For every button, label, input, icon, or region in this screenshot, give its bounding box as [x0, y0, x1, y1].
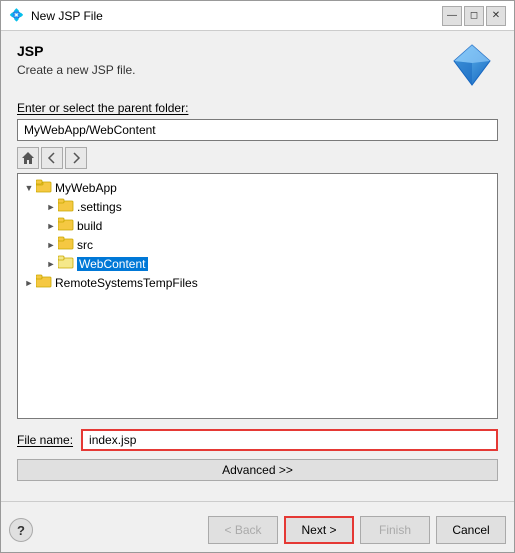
- folder-icon-webcontent: [58, 255, 74, 272]
- toggle-src[interactable]: ►: [44, 240, 58, 250]
- file-name-row: File name:: [17, 429, 498, 451]
- tree-label-src: src: [77, 238, 93, 252]
- back-nav-button[interactable]: [41, 147, 63, 169]
- content-area: JSP Create a new JSP file.: [1, 31, 514, 501]
- folder-icon-settings: [58, 198, 74, 215]
- folder-icon-build: [58, 217, 74, 234]
- advanced-button[interactable]: Advanced >>: [17, 459, 498, 481]
- window-title: New JSP File: [31, 9, 103, 23]
- file-name-input[interactable]: [81, 429, 498, 451]
- title-bar-left: 💠 New JSP File: [9, 8, 103, 24]
- tree-item-webcontent[interactable]: ► WebContent: [18, 254, 497, 273]
- tree-item-src[interactable]: ► src: [18, 235, 497, 254]
- folder-icon-remotesystems: [36, 274, 52, 291]
- title-bar: 💠 New JSP File — ◻ ✕: [1, 1, 514, 31]
- footer-divider: [1, 501, 514, 502]
- header-left: JSP Create a new JSP file.: [17, 43, 136, 77]
- tree-label-mywebapp: MyWebApp: [55, 181, 117, 195]
- tree-label-settings: .settings: [77, 200, 122, 214]
- folder-icon-src: [58, 236, 74, 253]
- forward-nav-button[interactable]: [65, 147, 87, 169]
- tree-item-mywebapp[interactable]: ▼ MyWebApp: [18, 178, 497, 197]
- finish-button[interactable]: Finish: [360, 516, 430, 544]
- header-section: JSP Create a new JSP file.: [17, 43, 498, 91]
- dialog-subtitle: Create a new JSP file.: [17, 63, 136, 77]
- close-button[interactable]: ✕: [486, 6, 506, 26]
- main-window: 💠 New JSP File — ◻ ✕ JSP Create a new JS…: [0, 0, 515, 553]
- footer-right: < Back Next > Finish Cancel: [208, 516, 506, 544]
- dialog-title: JSP: [17, 43, 136, 59]
- toolbar: [17, 147, 498, 169]
- toggle-remotesystems[interactable]: ►: [22, 278, 36, 288]
- tree-label-remotesystems: RemoteSystemsTempFiles: [55, 276, 198, 290]
- restore-button[interactable]: ◻: [464, 6, 484, 26]
- folder-input[interactable]: [17, 119, 498, 141]
- toggle-webcontent[interactable]: ►: [44, 259, 58, 269]
- help-button[interactable]: ?: [9, 518, 33, 542]
- title-bar-controls: — ◻ ✕: [442, 6, 506, 26]
- tree-area[interactable]: ▼ MyWebApp ► .settings ►: [17, 173, 498, 419]
- jsp-icon: [450, 43, 498, 91]
- tree-label-webcontent: WebContent: [77, 257, 148, 271]
- folder-label: Enter or select the parent folder:: [17, 101, 498, 115]
- toggle-settings[interactable]: ►: [44, 202, 58, 212]
- window-icon: 💠: [9, 8, 25, 24]
- tree-item-settings[interactable]: ► .settings: [18, 197, 497, 216]
- minimize-button[interactable]: —: [442, 6, 462, 26]
- tree-item-build[interactable]: ► build: [18, 216, 497, 235]
- file-name-label: File name:: [17, 433, 73, 447]
- cancel-button[interactable]: Cancel: [436, 516, 506, 544]
- folder-icon-mywebapp: [36, 179, 52, 196]
- toggle-mywebapp[interactable]: ▼: [22, 183, 36, 193]
- footer-left: ?: [9, 518, 33, 542]
- tree-label-build: build: [77, 219, 102, 233]
- back-button[interactable]: < Back: [208, 516, 278, 544]
- footer: ? < Back Next > Finish Cancel: [1, 510, 514, 552]
- next-button[interactable]: Next >: [284, 516, 354, 544]
- home-button[interactable]: [17, 147, 39, 169]
- toggle-build[interactable]: ►: [44, 221, 58, 231]
- tree-item-remotesystems[interactable]: ► RemoteSystemsTempFiles: [18, 273, 497, 292]
